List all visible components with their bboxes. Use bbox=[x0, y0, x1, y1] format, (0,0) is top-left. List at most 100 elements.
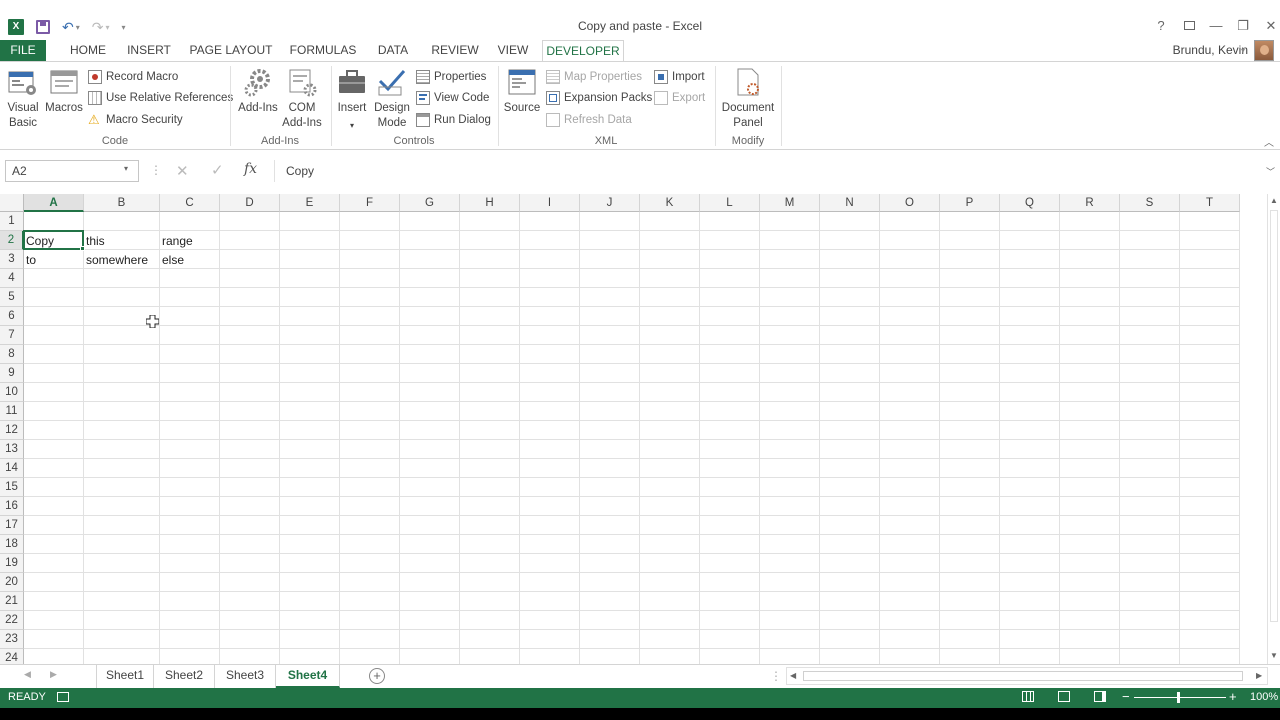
column-header-d[interactable]: D bbox=[220, 194, 280, 212]
properties-button[interactable]: Properties bbox=[416, 68, 486, 86]
ribbon-display-options-button[interactable] bbox=[1180, 18, 1198, 34]
scroll-down-icon[interactable]: ▼ bbox=[1270, 651, 1278, 660]
column-header-s[interactable]: S bbox=[1120, 194, 1180, 212]
tab-insert[interactable]: INSERT bbox=[124, 40, 174, 62]
column-header-i[interactable]: I bbox=[520, 194, 580, 212]
minimize-button[interactable]: — bbox=[1207, 18, 1225, 34]
select-all-corner[interactable] bbox=[0, 194, 24, 212]
document-panel-button[interactable]: Document Panel bbox=[718, 66, 778, 132]
column-header-c[interactable]: C bbox=[160, 194, 220, 212]
row-header-17[interactable]: 17 bbox=[0, 516, 24, 535]
page-break-preview-icon[interactable] bbox=[1094, 691, 1106, 702]
zoom-level[interactable]: 100% bbox=[1250, 691, 1278, 703]
tab-splitter-icon[interactable]: ⋮ bbox=[770, 669, 782, 683]
scroll-thumb[interactable] bbox=[1270, 210, 1278, 622]
macros-button[interactable]: Macros bbox=[44, 66, 84, 132]
sheet-tab-sheet2[interactable]: Sheet2 bbox=[154, 665, 215, 688]
column-header-r[interactable]: R bbox=[1060, 194, 1120, 212]
cell-c2[interactable]: range bbox=[160, 233, 193, 252]
row-header-11[interactable]: 11 bbox=[0, 402, 24, 421]
user-dropdown-icon[interactable]: ▾ bbox=[1239, 40, 1247, 62]
horizontal-scrollbar[interactable]: ◀ ▶ bbox=[786, 667, 1268, 685]
row-header-5[interactable]: 5 bbox=[0, 288, 24, 307]
new-sheet-button[interactable]: + bbox=[369, 668, 385, 684]
row-header-8[interactable]: 8 bbox=[0, 345, 24, 364]
design-mode-button[interactable]: Design Mode bbox=[372, 66, 412, 132]
row-header-21[interactable]: 21 bbox=[0, 592, 24, 611]
row-header-15[interactable]: 15 bbox=[0, 478, 24, 497]
enter-formula-icon[interactable]: ✓ bbox=[211, 161, 224, 179]
map-properties-button[interactable]: Map Properties bbox=[546, 68, 642, 86]
macro-recording-icon[interactable] bbox=[57, 692, 69, 702]
row-header-14[interactable]: 14 bbox=[0, 459, 24, 478]
sheet-next-icon[interactable]: ▶ bbox=[50, 669, 57, 680]
collapse-ribbon-icon[interactable]: ︿ bbox=[1264, 134, 1276, 149]
row-header-23[interactable]: 23 bbox=[0, 630, 24, 649]
row-header-6[interactable]: 6 bbox=[0, 307, 24, 326]
cell-b3[interactable]: somewhere bbox=[84, 252, 148, 271]
fill-handle[interactable] bbox=[80, 246, 85, 251]
column-header-q[interactable]: Q bbox=[1000, 194, 1060, 212]
tab-data[interactable]: DATA bbox=[370, 40, 416, 62]
insert-control-button[interactable]: Insert ▾ bbox=[334, 66, 370, 132]
name-box[interactable]: A2 bbox=[5, 160, 139, 182]
expand-formula-bar-icon[interactable]: ﹀ bbox=[1266, 165, 1275, 178]
column-header-m[interactable]: M bbox=[760, 194, 820, 212]
cell-a3[interactable]: to bbox=[24, 252, 36, 271]
formula-bar-splitter-icon[interactable]: ⋮ bbox=[150, 163, 162, 177]
record-macro-button[interactable]: Record Macro bbox=[88, 68, 178, 86]
row-header-12[interactable]: 12 bbox=[0, 421, 24, 440]
refresh-data-button[interactable]: Refresh Data bbox=[546, 111, 632, 129]
zoom-slider[interactable] bbox=[1134, 697, 1226, 698]
horizontal-scroll-thumb[interactable] bbox=[803, 671, 1243, 681]
row-header-18[interactable]: 18 bbox=[0, 535, 24, 554]
tab-home[interactable]: HOME bbox=[64, 40, 112, 62]
row-header-16[interactable]: 16 bbox=[0, 497, 24, 516]
use-relative-references-button[interactable]: Use Relative References bbox=[88, 89, 233, 107]
tab-developer[interactable]: DEVELOPER bbox=[542, 40, 624, 62]
sheet-prev-icon[interactable]: ◀ bbox=[24, 669, 31, 680]
add-ins-button[interactable]: Add-Ins bbox=[236, 66, 280, 132]
zoom-out-button[interactable]: − bbox=[1122, 689, 1130, 704]
column-header-o[interactable]: O bbox=[880, 194, 940, 212]
row-header-13[interactable]: 13 bbox=[0, 440, 24, 459]
restore-button[interactable]: ❐ bbox=[1234, 18, 1252, 34]
column-header-j[interactable]: J bbox=[580, 194, 640, 212]
row-header-3[interactable]: 3 bbox=[0, 250, 24, 269]
normal-view-icon[interactable] bbox=[1022, 691, 1034, 702]
expansion-packs-button[interactable]: Expansion Packs bbox=[546, 89, 652, 107]
cancel-formula-icon[interactable]: ✕ bbox=[176, 162, 189, 180]
tab-view[interactable]: VIEW bbox=[494, 40, 532, 62]
view-code-button[interactable]: View Code bbox=[416, 89, 489, 107]
com-add-ins-button[interactable]: COM Add-Ins bbox=[280, 66, 324, 132]
column-header-t[interactable]: T bbox=[1180, 194, 1240, 212]
column-header-l[interactable]: L bbox=[700, 194, 760, 212]
row-header-24[interactable]: 24 bbox=[0, 649, 24, 664]
scroll-up-icon[interactable]: ▲ bbox=[1270, 196, 1278, 205]
run-dialog-button[interactable]: Run Dialog bbox=[416, 111, 491, 129]
tab-page-layout[interactable]: PAGE LAYOUT bbox=[186, 40, 276, 62]
export-button[interactable]: Export bbox=[654, 89, 705, 107]
scroll-left-icon[interactable]: ◀ bbox=[790, 671, 796, 680]
zoom-slider-thumb[interactable] bbox=[1177, 692, 1180, 703]
zoom-in-button[interactable]: + bbox=[1229, 689, 1237, 704]
row-header-2[interactable]: 2 bbox=[0, 231, 24, 250]
tab-formulas[interactable]: FORMULAS bbox=[288, 40, 358, 62]
sheet-tab-sheet3[interactable]: Sheet3 bbox=[215, 665, 276, 688]
column-header-g[interactable]: G bbox=[400, 194, 460, 212]
cell-b2[interactable]: this bbox=[84, 233, 105, 252]
column-header-n[interactable]: N bbox=[820, 194, 880, 212]
user-avatar[interactable] bbox=[1254, 40, 1274, 61]
formula-input[interactable]: Copy bbox=[274, 160, 1264, 182]
row-header-7[interactable]: 7 bbox=[0, 326, 24, 345]
visual-basic-button[interactable]: Visual Basic bbox=[4, 66, 42, 132]
row-header-22[interactable]: 22 bbox=[0, 611, 24, 630]
sheet-tab-sheet1[interactable]: Sheet1 bbox=[96, 665, 154, 688]
column-header-p[interactable]: P bbox=[940, 194, 1000, 212]
name-box-dropdown-icon[interactable]: ▾ bbox=[124, 164, 128, 173]
column-header-a[interactable]: A bbox=[24, 194, 84, 212]
column-header-f[interactable]: F bbox=[340, 194, 400, 212]
row-header-10[interactable]: 10 bbox=[0, 383, 24, 402]
scroll-right-icon[interactable]: ▶ bbox=[1256, 671, 1262, 680]
source-button[interactable]: Source bbox=[502, 66, 542, 132]
